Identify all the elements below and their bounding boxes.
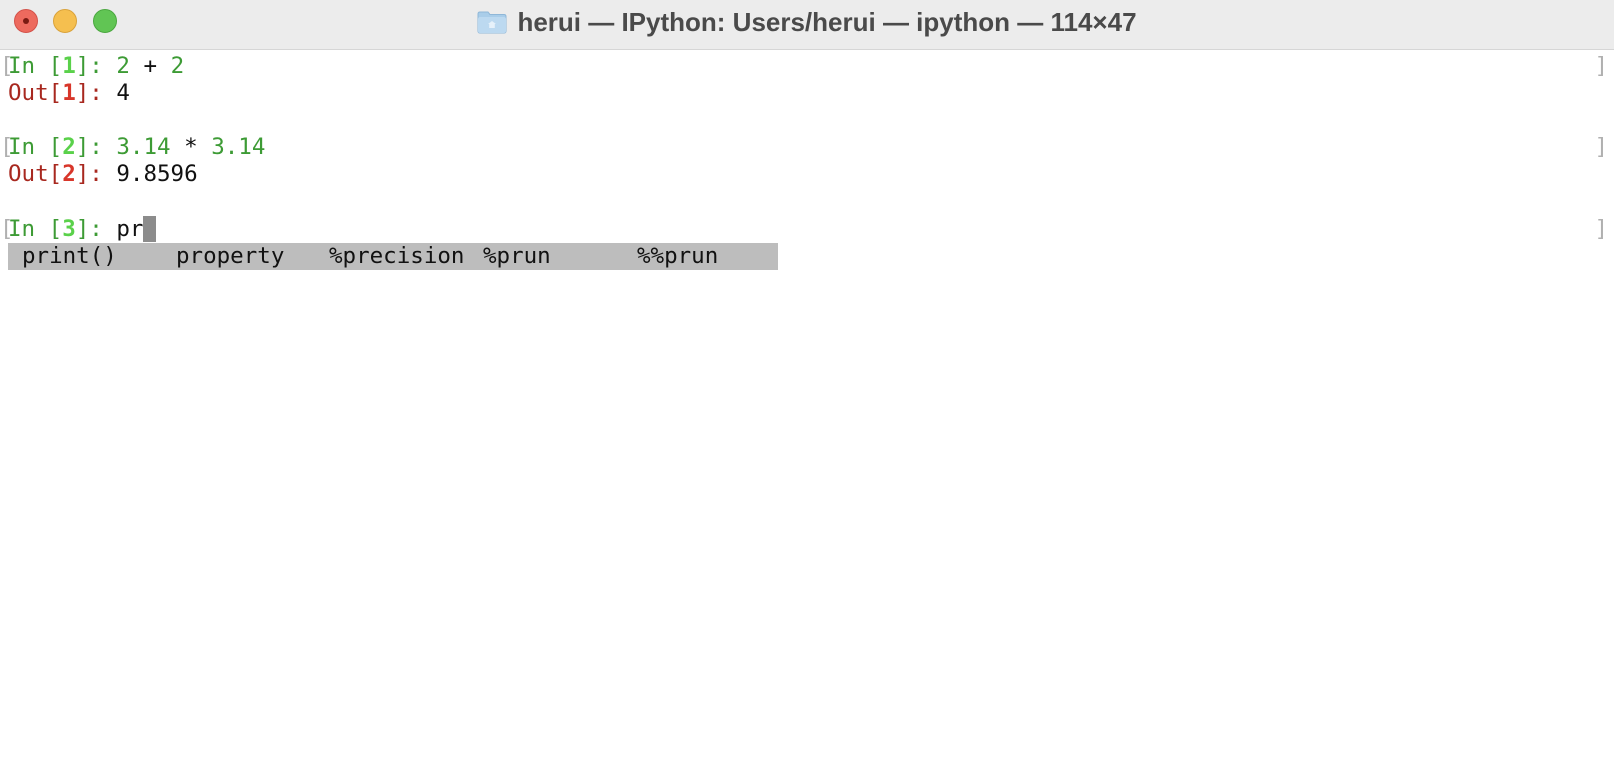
completion-item[interactable]: %precision: [329, 243, 464, 270]
in-prompt-suffix: ]:: [75, 216, 117, 242]
title-bar[interactable]: herui — IPython: Users/herui — ipython —…: [0, 0, 1614, 50]
current-input-line[interactable]: In [3]: pr: [8, 216, 157, 243]
output-line-2: Out[2]: 9.8596: [8, 161, 198, 188]
completion-item[interactable]: print(): [22, 243, 117, 270]
in-prompt-number: 2: [62, 134, 76, 160]
out-prompt: Out[: [8, 80, 63, 106]
out-prompt-number: 1: [62, 80, 76, 106]
code-operator: +: [129, 53, 171, 79]
output-value: 4: [116, 80, 130, 106]
out-prompt-suffix: ]:: [75, 80, 117, 106]
code-operand: 2: [116, 53, 130, 79]
terminal-content[interactable]: [ In [1]: 2 + 2 ] Out[1]: 4 [ In [2]: 3.…: [0, 50, 1614, 758]
in-prompt-suffix: ]:: [75, 134, 117, 160]
code-operand: 3.14: [211, 134, 266, 160]
code-operand: 2: [170, 53, 185, 79]
completion-item[interactable]: %prun: [483, 243, 551, 270]
terminal-window: herui — IPython: Users/herui — ipython —…: [0, 0, 1614, 758]
out-prompt: Out[: [8, 161, 63, 187]
in-prompt-number: 3: [62, 216, 76, 242]
out-prompt-number: 2: [62, 161, 76, 187]
code-operand: 3.14: [116, 134, 171, 160]
window-title: herui — IPython: Users/herui — ipython —…: [517, 6, 1137, 37]
code-operator: *: [170, 134, 212, 160]
out-prompt-suffix: ]:: [75, 161, 117, 187]
output-line-1: Out[1]: 4: [8, 80, 130, 107]
in-prompt: In [: [8, 216, 63, 242]
line-mark-right: ]: [1594, 53, 1608, 79]
line-mark-right: ]: [1594, 216, 1608, 242]
completion-item[interactable]: %%prun: [637, 243, 718, 270]
output-value: 9.8596: [116, 161, 198, 187]
in-prompt-suffix: ]:: [75, 53, 117, 79]
line-mark-right: ]: [1594, 134, 1608, 160]
completion-menu: print() property %precision %prun %%prun: [8, 243, 778, 270]
text-cursor: [143, 216, 157, 242]
completion-item[interactable]: property: [176, 243, 284, 270]
folder-icon: [477, 10, 507, 34]
input-line-1: In [1]: 2 + 2: [8, 53, 184, 80]
typed-text[interactable]: pr: [116, 216, 143, 242]
in-prompt: In [: [8, 53, 63, 79]
window-title-area: herui — IPython: Users/herui — ipython —…: [0, 0, 1614, 44]
in-prompt-number: 1: [62, 53, 76, 79]
input-line-2: In [2]: 3.14 * 3.14: [8, 134, 265, 161]
in-prompt: In [: [8, 134, 63, 160]
